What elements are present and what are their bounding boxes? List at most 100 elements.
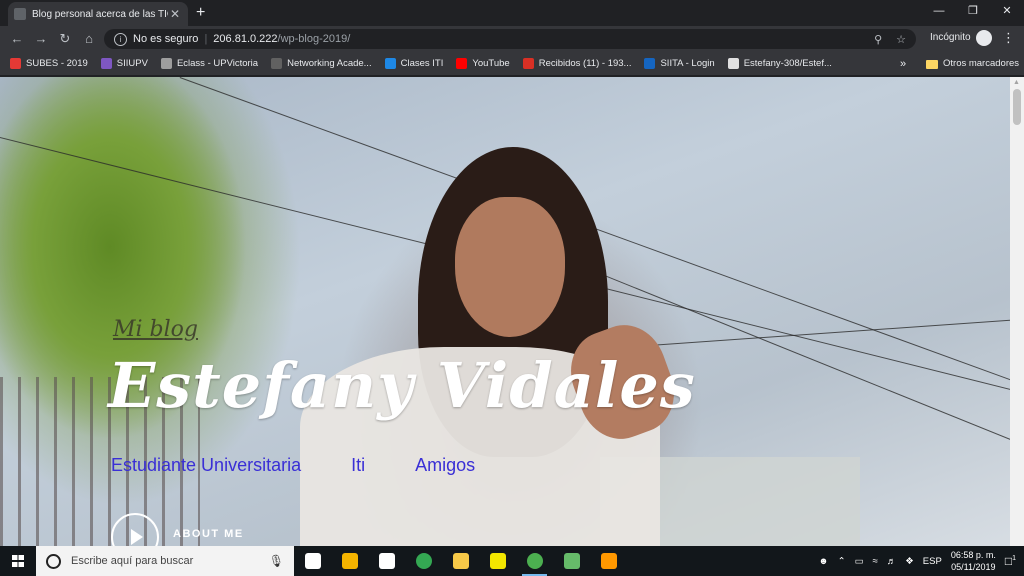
- page-scrollbar[interactable]: ▲: [1010, 77, 1024, 546]
- url-host: 206.81.0.222: [213, 33, 278, 45]
- battery-icon[interactable]: ▭: [855, 556, 864, 567]
- language-indicator[interactable]: ESP: [923, 556, 942, 567]
- subes-icon: [10, 58, 21, 69]
- bookmark-label: YouTube: [472, 58, 510, 69]
- bookmark-item[interactable]: YouTube: [456, 58, 510, 69]
- site-navigation: Estudiante Universitaria Iti Amigos: [111, 455, 475, 476]
- url-path: /wp-blog-2019/: [277, 33, 351, 45]
- start-button[interactable]: [0, 546, 36, 576]
- back-arrow-icon[interactable]: ←: [8, 30, 26, 48]
- taskbar-app-chrome[interactable]: [405, 546, 442, 576]
- close-window-button[interactable]: ✕: [990, 0, 1024, 22]
- people-icon[interactable]: ☻: [819, 556, 829, 567]
- window-controls: — ❐ ✕: [922, 0, 1024, 22]
- maximize-button[interactable]: ❐: [956, 0, 990, 22]
- tab-close-icon[interactable]: ✕: [168, 7, 182, 21]
- bookmark-label: SUBES - 2019: [26, 58, 88, 69]
- github-icon: [727, 58, 739, 69]
- clock-date: 05/11/2019: [951, 562, 996, 572]
- siiupv-icon: [100, 58, 112, 69]
- site-title[interactable]: Estefany Vidales: [108, 349, 696, 422]
- taskbar-app-task-view[interactable]: [294, 546, 331, 576]
- play-icon[interactable]: [111, 513, 159, 546]
- dropbox-icon[interactable]: ❖: [905, 556, 914, 567]
- bookmark-item[interactable]: SIITA - Login: [644, 58, 715, 69]
- bookmark-item[interactable]: SIIUPV: [100, 58, 148, 69]
- cisco-icon: [271, 58, 283, 69]
- taskbar-app-store[interactable]: [331, 546, 368, 576]
- info-icon[interactable]: i: [114, 32, 127, 46]
- nav-item-iti[interactable]: Iti: [351, 455, 365, 476]
- youtube-icon: [456, 58, 468, 69]
- wifi-icon[interactable]: ≈: [873, 556, 878, 567]
- address-bar[interactable]: i No es seguro | 206.81.0.222 /wp-blog-2…: [104, 29, 916, 49]
- siita-icon: [644, 58, 656, 69]
- windows-logo-icon: [12, 555, 24, 567]
- notifications-icon[interactable]: □1: [1005, 554, 1016, 568]
- bookmark-item[interactable]: Estefany-308/Estef...: [727, 58, 832, 69]
- system-tray: ☻ ⌃ ▭ ≈ ♬ ❖ ESP 06:58 p. m. 05/11/2019 □…: [819, 549, 1024, 573]
- minimize-button[interactable]: —: [922, 0, 956, 22]
- other-bookmarks-folder[interactable]: Otros marcadores: [926, 52, 1019, 76]
- home-icon[interactable]: ⌂: [80, 30, 98, 48]
- file-explorer-icon: [452, 553, 469, 569]
- bookmark-label: SIITA - Login: [660, 58, 715, 69]
- nav-item-estudiante[interactable]: Estudiante Universitaria: [111, 455, 301, 476]
- about-me-link[interactable]: ABOUT ME: [111, 513, 244, 546]
- browser-tab[interactable]: Blog personal acerca de las TICS ✕: [8, 2, 188, 26]
- bookmark-item[interactable]: Clases ITI: [384, 58, 444, 69]
- omnibox-actions: ⚲ ☆: [874, 33, 906, 46]
- git-icon: [563, 553, 580, 569]
- scroll-up-icon[interactable]: ▲: [1013, 79, 1020, 86]
- bookmark-label: Networking Acade...: [287, 58, 372, 69]
- reload-icon[interactable]: ↻: [56, 30, 74, 48]
- taskbar-app-sublime-text[interactable]: [590, 546, 627, 576]
- eclass-icon: [160, 58, 172, 69]
- chrome-incognito-icon: [526, 553, 543, 569]
- taskbar-app-mail[interactable]: [368, 546, 405, 576]
- chrome-menu-icon[interactable]: ⋮: [1002, 30, 1015, 46]
- taskbar-app-sticky-notes[interactable]: [479, 546, 516, 576]
- windows-taskbar: Escribe aquí para buscar 🎙 ☻ ⌃ ▭ ≈ ♬ ❖ E…: [0, 546, 1024, 576]
- taskbar-app-file-explorer[interactable]: [442, 546, 479, 576]
- security-label: No es seguro: [133, 33, 199, 45]
- about-me-label: ABOUT ME: [173, 528, 244, 540]
- incognito-label: Incógnito: [930, 32, 971, 43]
- search-placeholder: Escribe aquí para buscar: [71, 555, 194, 567]
- bookmark-label: Clases ITI: [400, 58, 444, 69]
- taskbar-clock[interactable]: 06:58 p. m. 05/11/2019: [951, 549, 996, 573]
- scrollbar-thumb[interactable]: [1013, 89, 1021, 125]
- cortana-icon: [46, 553, 61, 569]
- chrome-icon: [415, 553, 432, 569]
- other-bookmarks-label: Otros marcadores: [943, 58, 1020, 69]
- taskbar-app-chrome-incognito[interactable]: [516, 546, 553, 576]
- more-bookmarks-button[interactable]: »: [900, 52, 906, 76]
- new-tab-button[interactable]: +: [196, 4, 205, 22]
- taskbar-search[interactable]: Escribe aquí para buscar 🎙: [36, 546, 294, 576]
- blog-label[interactable]: Mi blog: [113, 317, 198, 342]
- incognito-icon[interactable]: [976, 30, 992, 46]
- volume-icon[interactable]: ♬: [887, 556, 897, 567]
- taskbar-app-git[interactable]: [553, 546, 590, 576]
- show-hidden-icons-icon[interactable]: ⌃: [838, 556, 846, 567]
- task-view-icon: [304, 553, 321, 569]
- folder-icon: [926, 59, 938, 69]
- bookmark-item[interactable]: SUBES - 2019: [10, 58, 88, 69]
- nav-item-amigos[interactable]: Amigos: [415, 455, 475, 476]
- web-page-hero: Mi blog Estefany Vidales Estudiante Univ…: [0, 77, 1010, 546]
- site-favicon-icon: [14, 8, 26, 20]
- bookmark-item[interactable]: Recibidos (11) - 193...: [522, 58, 631, 69]
- notification-count: 1: [1012, 555, 1016, 562]
- forward-arrow-icon[interactable]: →: [32, 30, 50, 48]
- bookmark-label: Eclass - UPVictoria: [176, 58, 259, 69]
- bookmark-star-icon[interactable]: ☆: [896, 33, 906, 46]
- bookmark-item[interactable]: Networking Acade...: [271, 58, 372, 69]
- power-line: [620, 319, 1010, 348]
- microphone-icon[interactable]: 🎙: [269, 554, 284, 568]
- zoom-icon[interactable]: ⚲: [874, 33, 882, 46]
- mail-icon: [378, 553, 395, 569]
- bookmark-label: SIIUPV: [116, 58, 148, 69]
- address-separator: |: [204, 33, 208, 45]
- portrait-face: [455, 197, 565, 337]
- bookmark-item[interactable]: Eclass - UPVictoria: [160, 58, 259, 69]
